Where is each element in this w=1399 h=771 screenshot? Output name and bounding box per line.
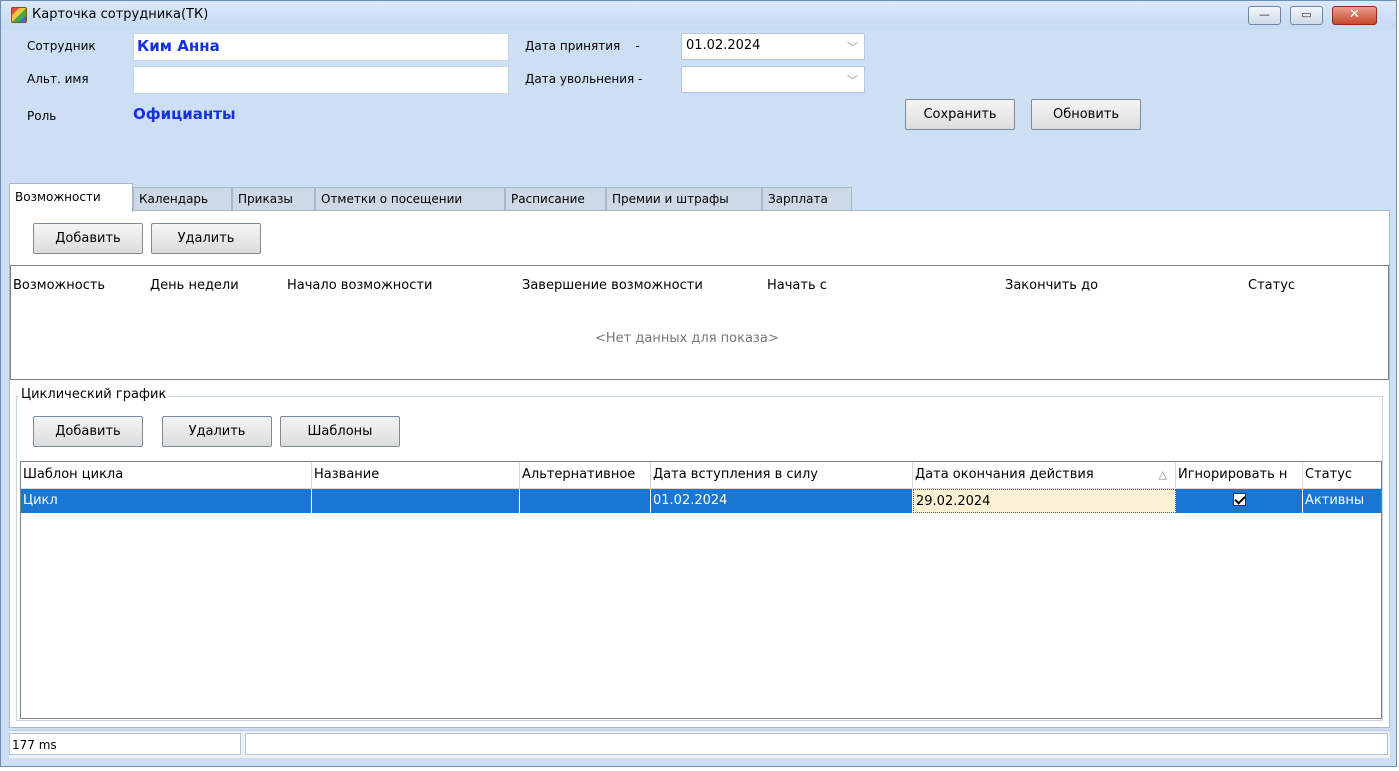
column-header[interactable]: Статус [1303,462,1381,488]
role-label: Роль [27,109,57,123]
tab-schedule[interactable]: Расписание [505,187,606,211]
hire-date-label: Дата принятия - [525,39,640,53]
column-header[interactable]: Альтернативное [520,462,651,488]
column-header-sorted[interactable]: Дата окончания действия △ [913,462,1176,488]
employee-card-window: Карточка сотрудника(ТК) — ▭ ✕ Сотрудник … [0,0,1397,767]
alt-name-field[interactable] [133,66,509,94]
column-header[interactable]: Дата вступления в силу [651,462,913,488]
chevron-down-icon[interactable]: ﹀ [847,39,858,55]
hire-date-field[interactable]: 01.02.2024 ﹀ [681,33,865,60]
tab-attendance[interactable]: Отметки о посещении [315,187,505,211]
capabilities-page: Добавить Удалить Возможность День недели… [9,210,1390,728]
column-header[interactable]: Игнорировать н [1176,462,1303,488]
column-header[interactable]: Возможность [13,278,105,293]
maximize-button[interactable]: ▭ [1290,6,1323,25]
cycle-end-cell[interactable]: 29.02.2024 [913,489,1176,513]
tab-salary[interactable]: Зарплата [762,187,852,211]
delete-capability-button[interactable]: Удалить [151,223,261,254]
status-bar: 177 ms [9,730,1390,758]
empty-message: <Нет данных для показа> [595,331,779,346]
timing-status: 177 ms [9,733,241,755]
window-title: Карточка сотрудника(ТК) [32,7,209,22]
fire-date-label: Дата увольнения - [525,72,643,86]
cyclic-grid-header: Шаблон цикла Название Альтернативное Дат… [21,462,1381,489]
ignore-checkbox[interactable] [1232,493,1246,506]
refresh-button[interactable]: Обновить [1031,99,1141,130]
capabilities-grid[interactable]: Возможность День недели Начало возможнос… [10,265,1389,380]
maximize-icon: ▭ [1301,8,1312,21]
role-value: Официанты [133,105,236,123]
employee-header-panel: Сотрудник Ким Анна Альт. имя Роль Официа… [9,31,1390,181]
delete-cycle-button[interactable]: Удалить [162,416,272,447]
close-button[interactable]: ✕ [1332,6,1377,25]
tab-capabilities[interactable]: Возможности [9,183,133,212]
tab-bonuses[interactable]: Премии и штрафы [606,187,762,211]
column-header[interactable]: Шаблон цикла [21,462,312,488]
sort-ascending-icon: △ [1158,468,1167,481]
save-button[interactable]: Сохранить [905,99,1015,130]
cycle-template-cell[interactable]: Цикл [21,489,312,513]
cycle-ignore-cell[interactable] [1176,489,1303,513]
fire-date-field[interactable]: ﹀ [681,66,865,93]
add-capability-button[interactable]: Добавить [33,223,143,254]
cycle-name-cell[interactable] [312,489,520,513]
tab-calendar[interactable]: Календарь [133,187,232,211]
chevron-down-icon[interactable]: ﹀ [847,72,858,88]
title-bar[interactable]: Карточка сотрудника(ТК) — ▭ ✕ [1,1,1396,29]
column-header[interactable]: День недели [150,278,239,293]
cycle-start-cell[interactable]: 01.02.2024 [651,489,913,513]
column-header[interactable]: Закончить до [1005,278,1098,293]
add-cycle-button[interactable]: Добавить [33,416,143,447]
message-status [245,733,1388,755]
tab-orders[interactable]: Приказы [232,187,315,211]
tab-strip: Возможности Календарь Приказы Отметки о … [9,183,1390,212]
background-strip [0,767,1399,771]
column-header-label: Дата окончания действия [915,467,1094,482]
templates-button[interactable]: Шаблоны [280,416,400,447]
employee-name: Ким Анна [137,37,220,55]
column-header[interactable]: Название [312,462,520,488]
app-icon [11,7,27,23]
cycle-alt-cell[interactable] [520,489,651,513]
table-row[interactable]: Цикл 01.02.2024 29.02.2024 Активны [21,489,1381,513]
cyclic-schedule-label: Циклический график [19,387,169,402]
minimize-icon: — [1259,8,1270,21]
column-header[interactable]: Начать с [767,278,827,293]
close-icon: ✕ [1349,7,1360,22]
cycle-status-cell[interactable]: Активны [1303,489,1381,513]
hire-date-value: 01.02.2024 [686,38,761,53]
column-header[interactable]: Статус [1248,278,1295,293]
employee-label: Сотрудник [27,39,96,53]
column-header[interactable]: Завершение возможности [522,278,703,293]
column-header[interactable]: Начало возможности [287,278,432,293]
alt-name-label: Альт. имя [27,72,89,86]
minimize-button[interactable]: — [1248,6,1281,25]
cyclic-grid[interactable]: Шаблон цикла Название Альтернативное Дат… [20,461,1382,719]
employee-field[interactable]: Ким Анна [133,33,509,61]
